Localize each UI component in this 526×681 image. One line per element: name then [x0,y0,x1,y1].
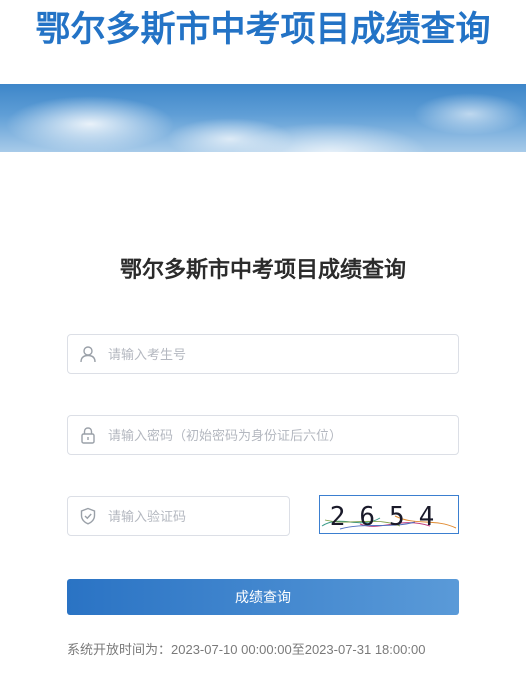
captcha-field[interactable] [67,496,290,536]
username-input[interactable] [108,336,458,372]
captcha-text: 2654 [330,502,449,532]
lock-icon [68,416,108,454]
header-title: 鄂尔多斯市中考项目成绩查询 [35,10,491,50]
query-button[interactable]: 成绩查询 [67,579,459,615]
captcha-image[interactable]: 2654 [319,495,459,534]
captcha-input[interactable] [108,498,289,534]
password-field[interactable] [67,415,459,455]
user-icon [68,335,108,373]
username-field[interactable] [67,334,459,374]
shield-icon [68,497,108,535]
open-time-notice: 系统开放时间为：2023-07-10 00:00:00至2023-07-31 1… [67,642,426,657]
form-title: 鄂尔多斯市中考项目成绩查询 [119,258,406,283]
password-input[interactable] [108,417,458,453]
sky-banner [0,84,526,152]
